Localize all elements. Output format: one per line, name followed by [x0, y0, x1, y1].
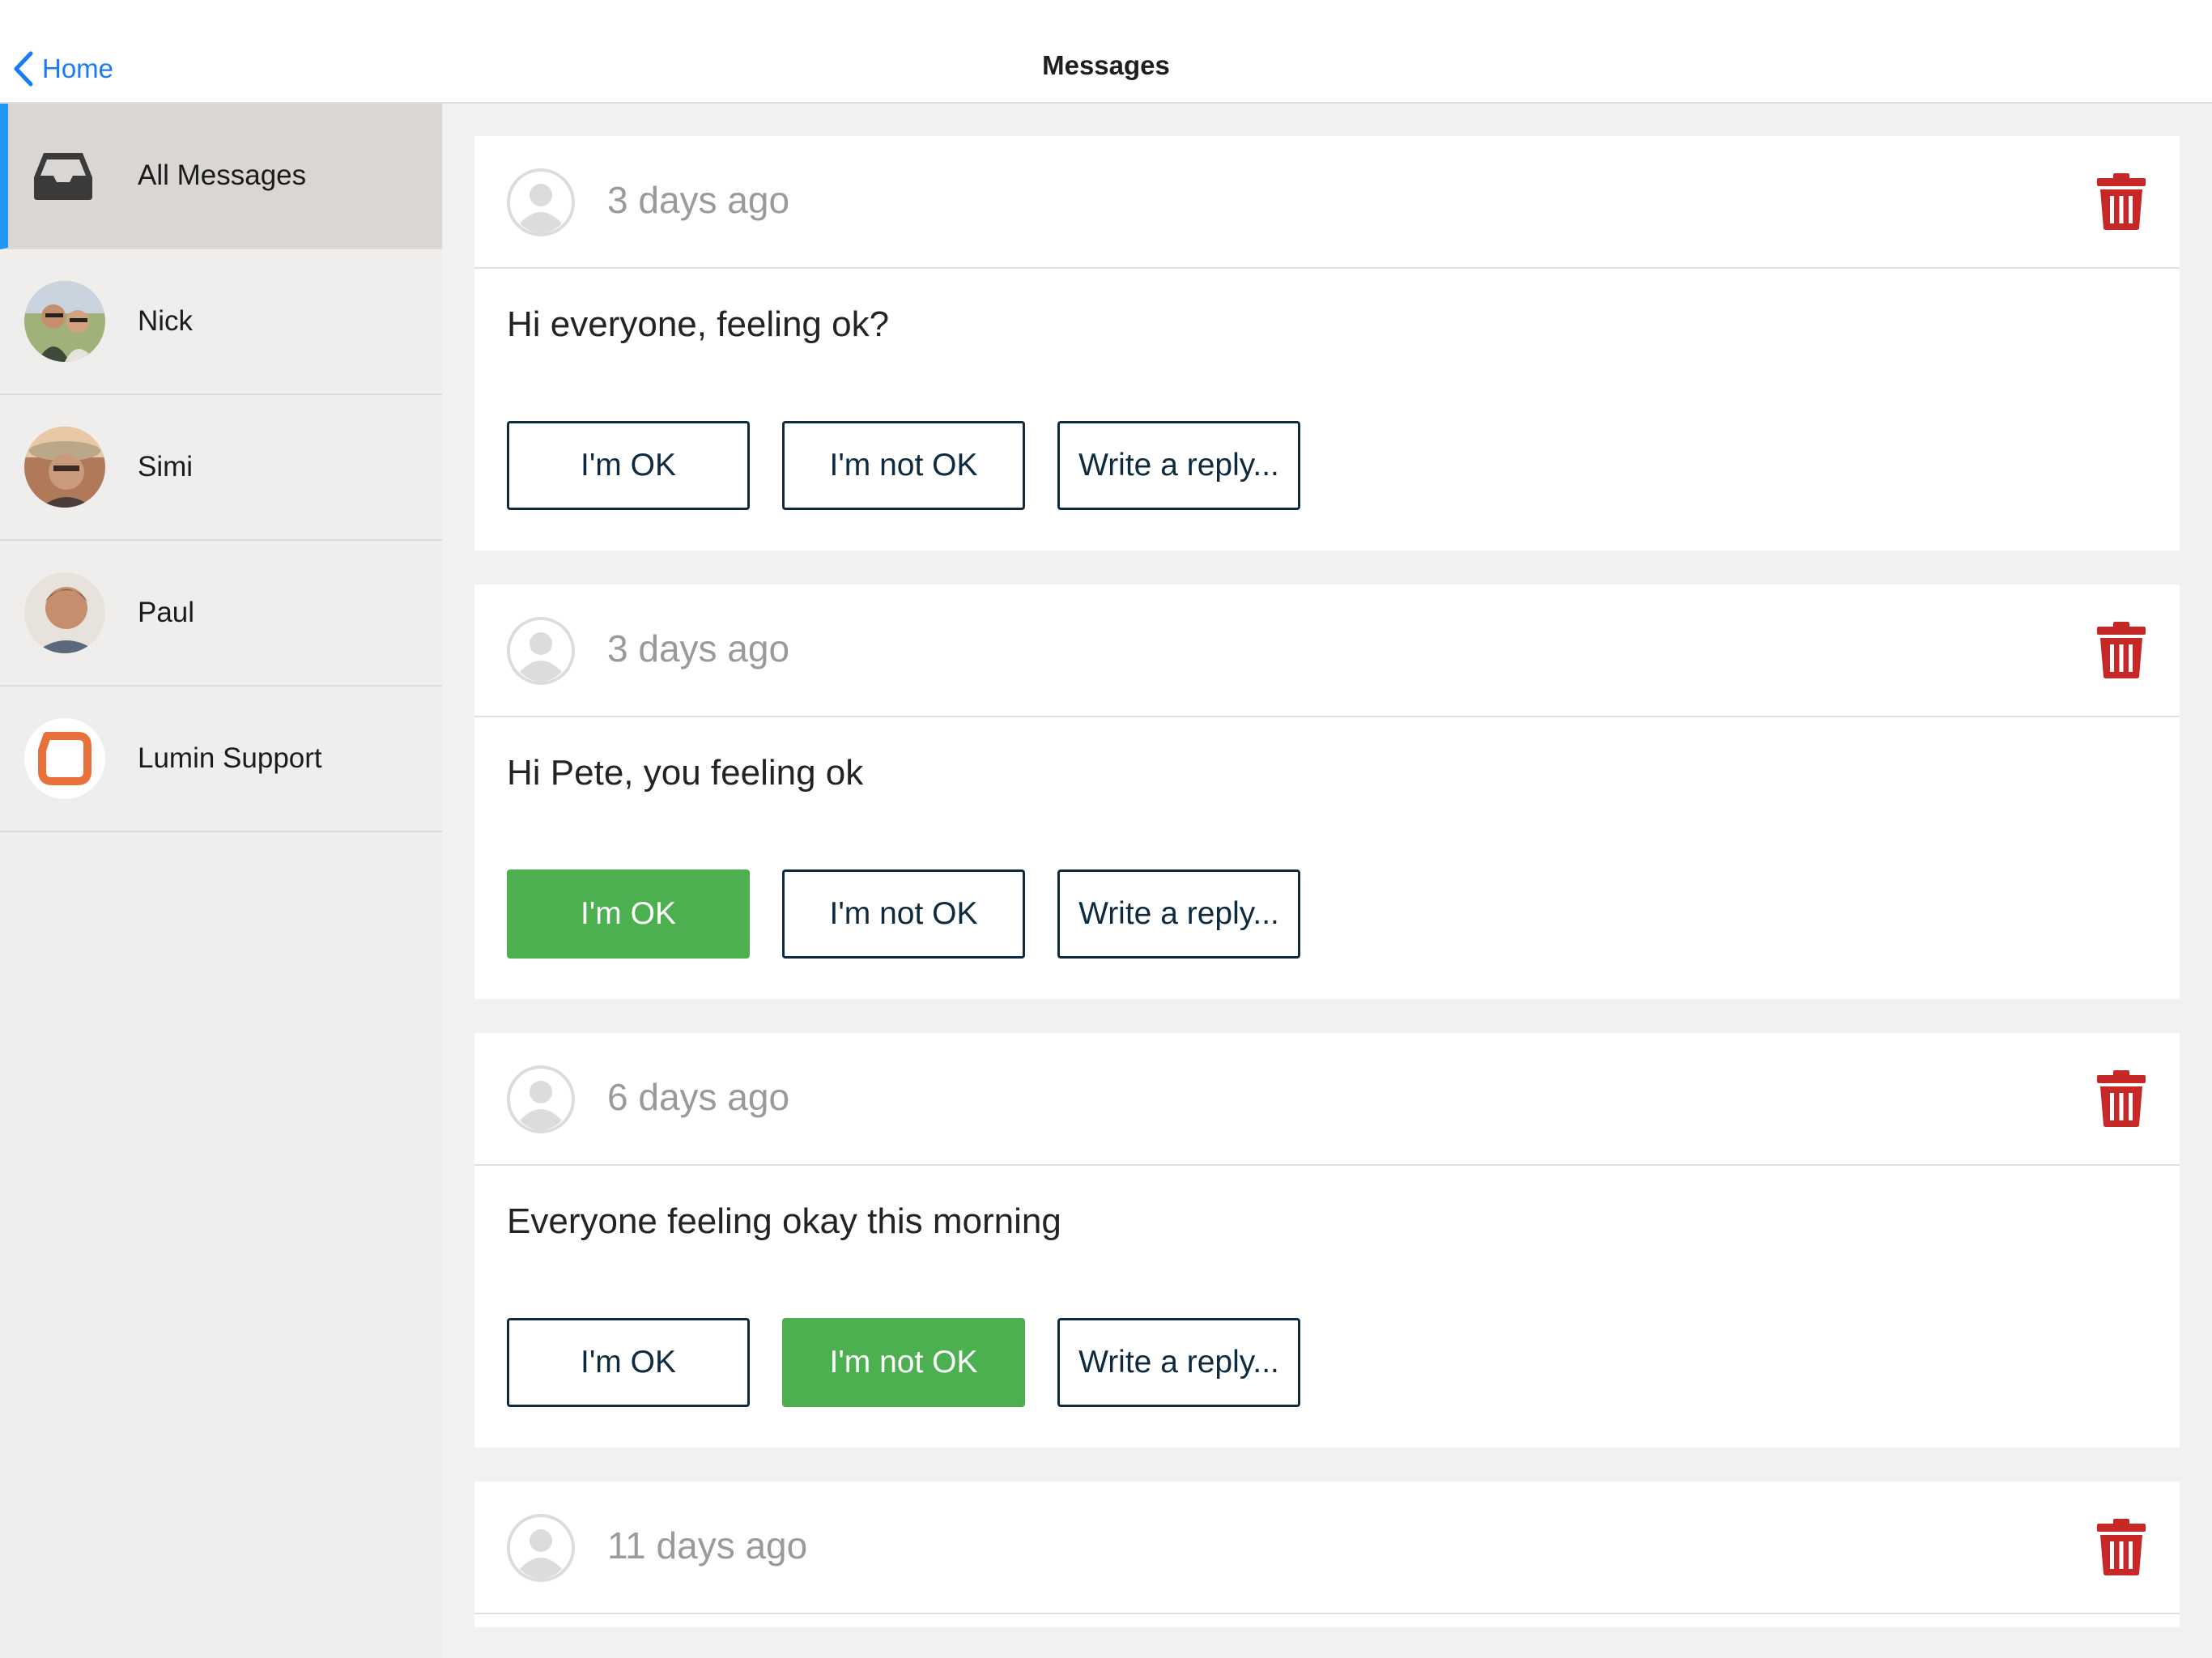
sidebar-item-paul[interactable]: Paul [0, 541, 442, 687]
im-ok-button[interactable]: I'm OK [507, 421, 750, 510]
message-card: 3 days ago Hi Pete, you feeling ok I'm O… [474, 585, 2180, 999]
message-body: Hi everyone, feeling ok? I'm OK I'm not … [474, 269, 2180, 551]
sidebar-item-nick[interactable]: Nick [0, 249, 442, 395]
message-timestamp: 3 days ago [607, 627, 790, 670]
message-timestamp: 3 days ago [607, 179, 790, 221]
sidebar: All Messages Nick Simi Paul Lumin Suppor… [0, 104, 442, 1658]
sidebar-item-label: Paul [138, 597, 195, 628]
message-text: Hi everyone, feeling ok? [507, 304, 890, 344]
sidebar-item-simi[interactable]: Simi [0, 395, 442, 541]
user-placeholder-icon [507, 1514, 575, 1582]
nav-bar: Home Messages [0, 0, 2212, 104]
write-reply-button[interactable]: Write a reply... [1057, 421, 1300, 510]
sidebar-item-lumin-support[interactable]: Lumin Support [0, 687, 442, 832]
avatar [24, 281, 105, 362]
im-ok-button[interactable]: I'm OK [507, 1318, 750, 1407]
user-placeholder-icon [507, 168, 575, 236]
avatar [24, 427, 105, 508]
message-timestamp: 11 days ago [607, 1524, 808, 1567]
im-not-ok-button[interactable]: I'm not OK [782, 1318, 1025, 1407]
inbox-icon [34, 153, 92, 200]
message-header: 3 days ago [474, 585, 2180, 717]
user-placeholder-icon [507, 617, 575, 685]
page-title: Messages [1042, 50, 1170, 80]
sidebar-item-label: Simi [138, 451, 194, 483]
message-header: 6 days ago [474, 1033, 2180, 1166]
message-header: 11 days ago [474, 1482, 2180, 1614]
trash-icon[interactable] [2095, 620, 2147, 680]
im-ok-button[interactable]: I'm OK [507, 869, 750, 959]
user-placeholder-icon [507, 1065, 575, 1133]
write-reply-button[interactable]: Write a reply... [1057, 869, 1300, 959]
message-text: Everyone feeling okay this morning [507, 1201, 1061, 1241]
sidebar-item-label: Lumin Support [138, 742, 322, 774]
message-card: 11 days ago [474, 1482, 2180, 1627]
trash-icon[interactable] [2095, 172, 2147, 232]
trash-icon[interactable] [2095, 1069, 2147, 1129]
message-list: 3 days ago Hi everyone, feeling ok? I'm … [442, 104, 2212, 1658]
message-header: 3 days ago [474, 136, 2180, 269]
message-body: Hi Pete, you feeling ok I'm OK I'm not O… [474, 717, 2180, 999]
im-not-ok-button[interactable]: I'm not OK [782, 421, 1025, 510]
message-card: 6 days ago Everyone feeling okay this mo… [474, 1033, 2180, 1448]
sidebar-item-all-messages[interactable]: All Messages [0, 104, 442, 249]
message-body: Everyone feeling okay this morning I'm O… [474, 1166, 2180, 1448]
message-card: 3 days ago Hi everyone, feeling ok? I'm … [474, 136, 2180, 551]
trash-icon[interactable] [2095, 1517, 2147, 1577]
im-not-ok-button[interactable]: I'm not OK [782, 869, 1025, 959]
avatar [24, 572, 105, 653]
message-text: Hi Pete, you feeling ok [507, 753, 864, 793]
lumin-logo-icon [24, 718, 105, 799]
write-reply-button[interactable]: Write a reply... [1057, 1318, 1300, 1407]
sidebar-item-label: All Messages [138, 159, 307, 191]
message-timestamp: 6 days ago [607, 1076, 790, 1118]
sidebar-item-label: Nick [138, 305, 194, 337]
